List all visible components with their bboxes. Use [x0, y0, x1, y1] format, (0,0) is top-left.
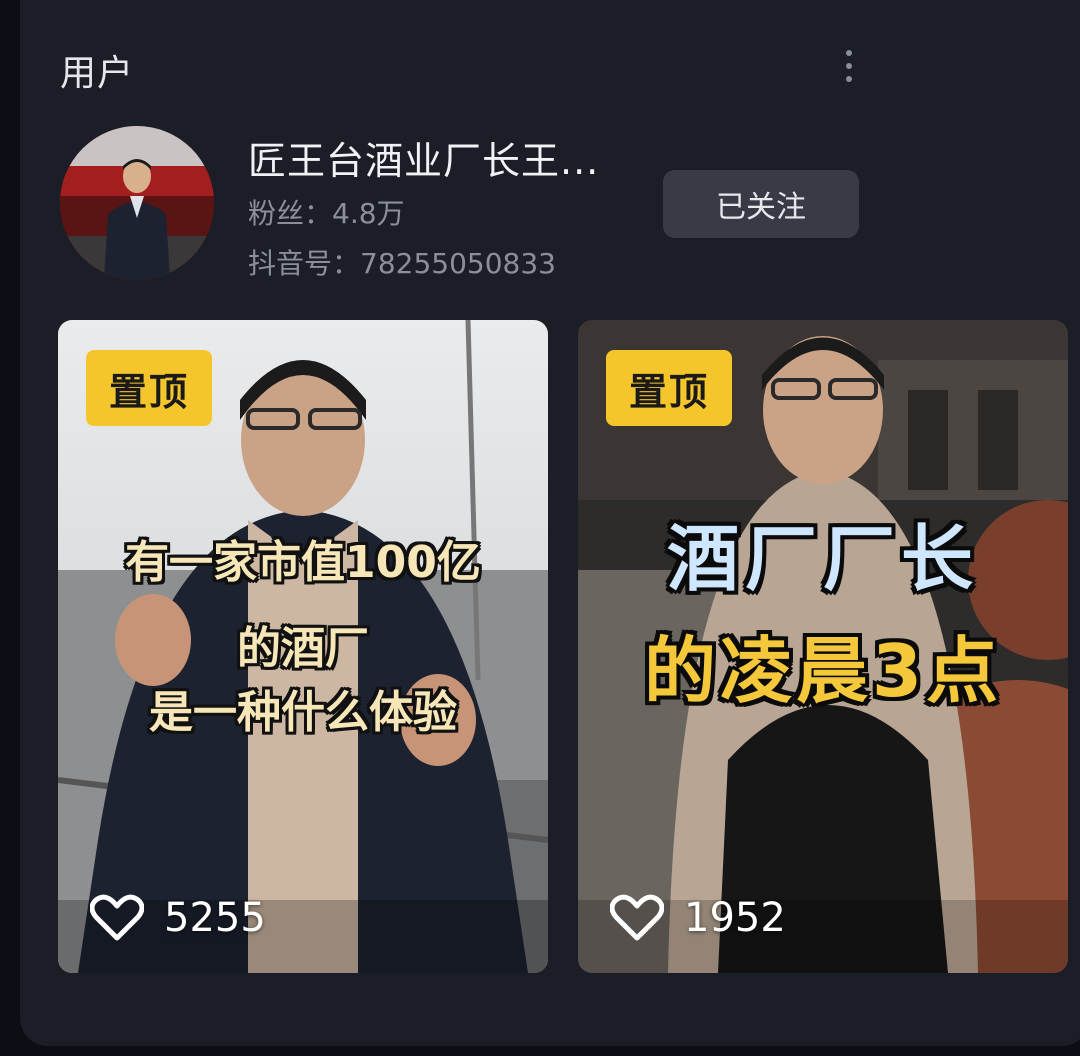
- following-button[interactable]: 已关注: [663, 170, 859, 238]
- like-count: 1952: [610, 891, 786, 945]
- like-count-value: 5255: [164, 895, 266, 941]
- heart-outline-icon: [610, 894, 664, 941]
- like-count-value: 1952: [684, 895, 786, 941]
- douyin-id: 抖音号：78255050833: [248, 247, 556, 280]
- video-card-1[interactable]: 置顶 有一家市值100亿 的酒厂 是一种什么体验 5255: [58, 320, 548, 973]
- pinned-badge: 置顶: [606, 350, 732, 426]
- avatar-image: [60, 126, 214, 280]
- user-name[interactable]: 匠王台酒业厂长王...: [248, 130, 599, 185]
- video-caption-line: 酒厂厂长: [666, 517, 979, 601]
- video-card-2[interactable]: 置顶 酒厂厂长 的凌晨3点 1952: [578, 320, 1068, 973]
- video-caption-line: 的酒厂: [237, 623, 369, 674]
- follower-count: 粉丝：4.8万: [248, 197, 405, 230]
- more-options-icon[interactable]: [834, 44, 864, 88]
- video-caption-line: 有一家市值100亿: [125, 537, 481, 588]
- avatar[interactable]: [60, 126, 214, 280]
- pinned-badge: 置顶: [86, 350, 212, 426]
- heart-outline-icon: [90, 894, 144, 941]
- section-title: 用户: [60, 53, 135, 94]
- user-result-card: 用户 匠王台酒业厂长王... 粉丝：4.8万 抖音号：78255050833 已…: [20, 0, 1080, 1046]
- video-caption-line: 是一种什么体验: [149, 687, 457, 738]
- video-caption-line: 的凌晨3点: [643, 629, 1003, 713]
- like-count: 5255: [90, 891, 266, 945]
